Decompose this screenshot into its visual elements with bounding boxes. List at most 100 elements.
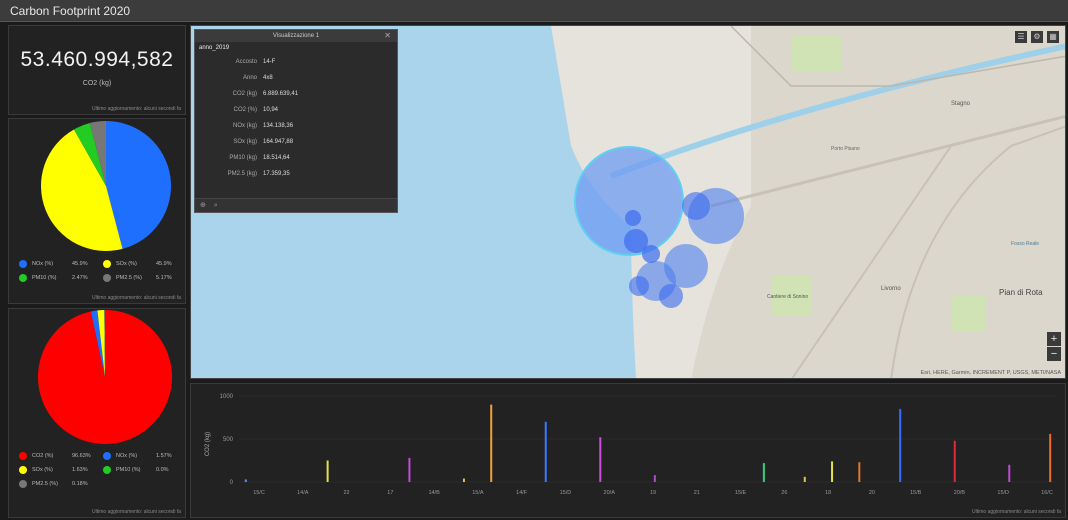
popup-field-row: CO2 (kg) 6.889.639,41 <box>195 86 397 102</box>
popup-field-key: Anno <box>242 75 257 81</box>
popup-field-value: 10,94 <box>263 107 279 113</box>
app-title: Carbon Footprint 2020 <box>10 4 131 18</box>
legend-label: SOx (%) <box>116 261 137 267</box>
bar[interactable] <box>490 404 493 482</box>
emission-bubble[interactable] <box>642 245 660 263</box>
bar[interactable] <box>1008 464 1011 482</box>
legend-label: SOx (%) <box>32 467 53 473</box>
bar[interactable] <box>953 440 956 482</box>
pie1-legend: NOx (%) 45.9% SOx (%) 45.9% PM10 (%) 2.47% … <box>19 257 187 285</box>
kpi-value: 53.460.994,582 <box>20 48 174 71</box>
popup-field-key: CO2 (%) <box>233 107 257 113</box>
settings-icon[interactable]: ⚙ <box>1031 31 1043 43</box>
grid-icon[interactable]: ▦ <box>1047 31 1059 43</box>
legend-item-sox[interactable]: SOx (%) 1.63% <box>19 466 103 474</box>
legend-pct: 2.47% <box>72 275 88 281</box>
emission-bubble[interactable] <box>682 192 710 220</box>
legend-item-nox[interactable]: NOx (%) 1.57% <box>103 452 187 460</box>
legend-pct: 5.17% <box>156 275 172 281</box>
legend-dot <box>103 260 111 268</box>
bar[interactable] <box>408 457 411 482</box>
legend-item-pm25[interactable]: PM2.5 (%) 5.17% <box>103 274 187 282</box>
bar-chart[interactable]: CO2 (kg) 0 500 1000 15/C 14/A 22 17 14/B 15/A 14/F… <box>191 384 1067 519</box>
legend-label: NOx (%) <box>116 453 138 459</box>
zoom-out-button[interactable]: − <box>1047 347 1061 361</box>
bar[interactable] <box>326 460 329 483</box>
legend-label: NOx (%) <box>32 261 54 267</box>
x-tick-label: 15/B <box>910 490 922 496</box>
bar-chart-updated: Ultimo aggiornamento: alcuni secondi fa <box>972 509 1061 515</box>
x-tick-label: 22 <box>343 490 349 496</box>
zoom-to-icon[interactable]: ⊕ <box>200 202 206 209</box>
legend-item-pm10[interactable]: PM10 (%) 0.0% <box>103 466 187 474</box>
bar[interactable] <box>1049 433 1052 482</box>
legend-item-nox[interactable]: NOx (%) 45.9% <box>19 260 103 268</box>
legend-item-sox[interactable]: SOx (%) 45.9% <box>103 260 187 268</box>
x-tick-label: 15/D <box>560 490 572 496</box>
map-label: Cantiere di Sonino <box>767 294 809 300</box>
popup-header: Visualizzazione 1 ✕ <box>195 30 397 42</box>
bar[interactable] <box>653 475 656 482</box>
x-tick-label: 26 <box>781 490 787 496</box>
map-label: Porto Pisano <box>831 146 860 152</box>
list-icon[interactable]: ☰ <box>1015 31 1027 43</box>
popup-field-key: SOx (kg) <box>233 139 257 145</box>
popup-title: Visualizzazione 1 <box>272 33 320 39</box>
x-tick-label: 15/E <box>735 490 747 496</box>
map-label: Fosso Reale <box>1011 241 1040 247</box>
popup-field-value: 164.947,88 <box>263 139 294 145</box>
bar[interactable] <box>244 479 247 482</box>
bar[interactable] <box>599 437 602 482</box>
x-tick-label: 14/B <box>428 490 440 496</box>
popup-field-value: 134.138,36 <box>263 123 294 129</box>
x-tick-label: 20/B <box>954 490 966 496</box>
zoom-in-button[interactable]: + <box>1047 332 1061 346</box>
close-icon[interactable]: ✕ <box>384 30 391 42</box>
popup-field-key: PM10 (kg) <box>229 155 257 161</box>
emission-bubble[interactable] <box>629 276 649 296</box>
bar[interactable] <box>831 461 834 482</box>
legend-label: PM10 (%) <box>32 275 57 281</box>
feature-popup[interactable]: Visualizzazione 1 ✕ anno_2019 Accosto 14-… <box>194 29 398 213</box>
search-icon[interactable]: ⌕ <box>214 202 218 209</box>
popup-field-value: 14-F <box>263 59 276 65</box>
legend-label: PM2.5 (%) <box>32 481 58 487</box>
legend-pct: 0.0% <box>156 467 169 473</box>
map-label: Stagno <box>951 101 971 107</box>
map-toolbar: ☰ ⚙ ▦ <box>1015 31 1059 43</box>
legend-item-pm25[interactable]: PM2.5 (%) 0.18% <box>19 480 103 488</box>
legend-dot <box>19 260 27 268</box>
legend-dot <box>103 466 111 474</box>
bar[interactable] <box>462 478 465 482</box>
legend-item-pm10[interactable]: PM10 (%) 2.47% <box>19 274 103 282</box>
emission-bubble[interactable] <box>659 284 683 308</box>
land-area <box>691 26 1065 378</box>
bar[interactable] <box>544 421 547 482</box>
legend-pct: 96.63% <box>72 453 91 459</box>
bar[interactable] <box>899 408 902 482</box>
popup-field-key: CO2 (kg) <box>232 91 257 97</box>
legend-pct: 0.18% <box>72 481 88 487</box>
x-tick-label: 20/A <box>604 490 616 496</box>
legend-item-co2[interactable]: CO2 (%) 96.63% <box>19 452 103 460</box>
bar[interactable] <box>762 463 765 482</box>
legend-dot <box>19 274 27 282</box>
pie1-panel: NOx (%) 45.9% SOx (%) 45.9% PM10 (%) 2.47% … <box>8 118 186 304</box>
x-tick-label: 16/C <box>1041 490 1053 496</box>
emission-bubble[interactable] <box>625 210 641 226</box>
pie1-chart[interactable] <box>9 119 187 259</box>
legend-dot <box>103 274 111 282</box>
pie2-chart[interactable] <box>9 309 187 449</box>
kpi-label: CO2 (kg) <box>82 80 112 87</box>
popup-field-key: Accosto <box>235 59 257 65</box>
popup-layer-name: anno_2019 <box>199 45 230 51</box>
x-tick-label: 19 <box>650 490 656 496</box>
bar[interactable] <box>803 476 806 482</box>
x-tick-label: 15/D <box>997 490 1009 496</box>
map-label: Pian di Rota <box>999 288 1043 297</box>
popup-field-value: 6.889.639,41 <box>263 91 299 97</box>
bar[interactable] <box>858 462 861 482</box>
popup-field-value: 17.359,35 <box>263 171 290 177</box>
legend-pct: 1.57% <box>156 453 172 459</box>
y-tick-label: 1000 <box>220 394 234 400</box>
